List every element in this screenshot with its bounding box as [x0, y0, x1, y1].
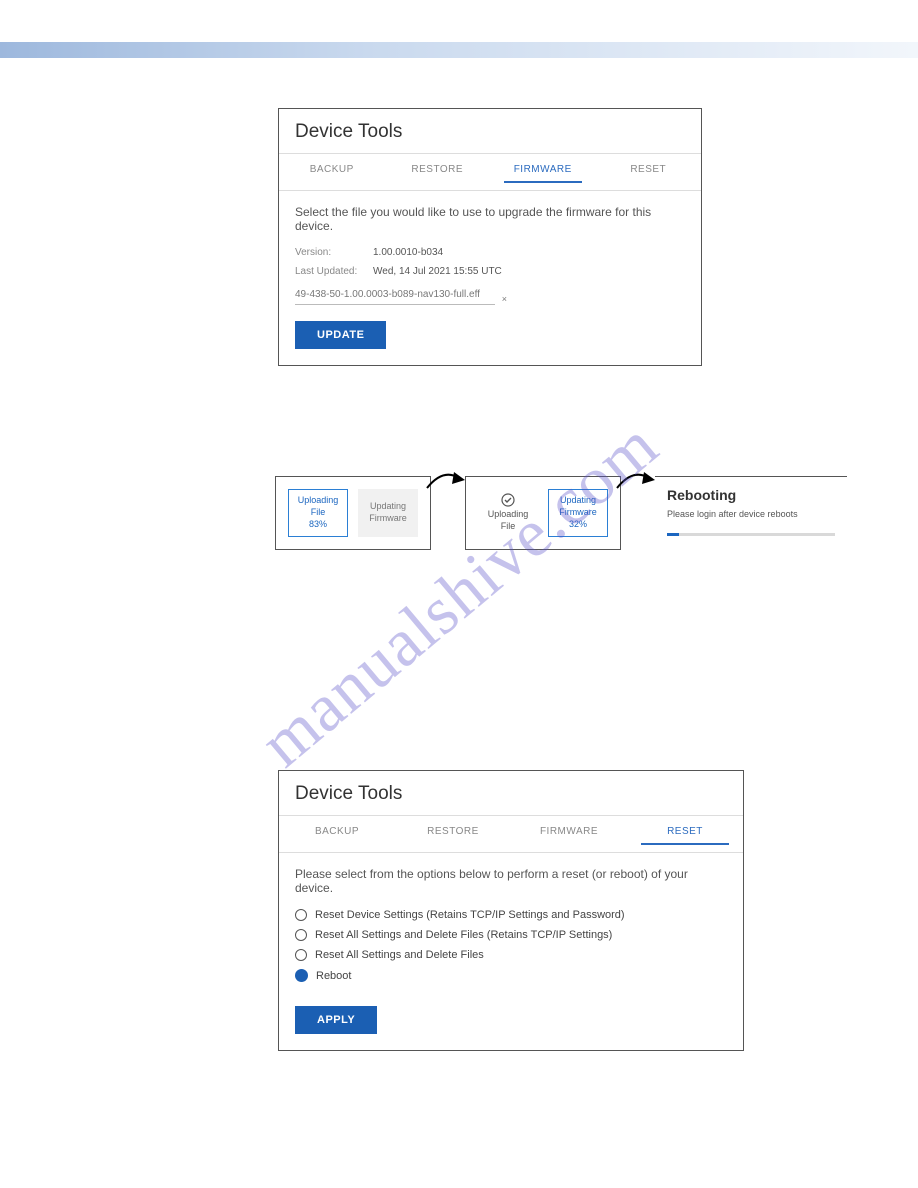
tab-firmware[interactable]: FIRMWARE [490, 154, 596, 190]
version-value: 1.00.0010-b034 [373, 247, 443, 258]
radio-icon-selected [295, 969, 308, 982]
uploading-file-tile-active: Uploading File 83% [288, 489, 348, 537]
option-label: Reset All Settings and Delete Files [315, 949, 484, 961]
radio-icon [295, 909, 307, 921]
progress-stage-3-rebooting: Rebooting Please login after device rebo… [655, 476, 847, 552]
reset-option-1[interactable]: Reset Device Settings (Retains TCP/IP Se… [295, 909, 727, 921]
updated-value: Wed, 14 Jul 2021 15:55 UTC [373, 266, 502, 277]
tab-restore[interactable]: RESTORE [385, 154, 491, 190]
radio-icon [295, 949, 307, 961]
reset-option-3[interactable]: Reset All Settings and Delete Files [295, 949, 727, 961]
tabs-row: BACKUP RESTORE FIRMWARE RESET [279, 816, 743, 853]
tab-backup[interactable]: BACKUP [279, 154, 385, 190]
tab-restore[interactable]: RESTORE [395, 816, 511, 852]
tab-reset[interactable]: RESET [596, 154, 702, 190]
rebooting-subtext: Please login after device reboots [667, 509, 835, 519]
device-tools-reset-panel: Device Tools BACKUP RESTORE FIRMWARE RES… [278, 770, 744, 1051]
version-row: Version: 1.00.0010-b034 [295, 247, 685, 258]
tabs-row: BACKUP RESTORE FIRMWARE RESET [279, 154, 701, 191]
tab-backup[interactable]: BACKUP [279, 816, 395, 852]
uploading-file-tile-done: Uploading File [478, 489, 538, 537]
header-gradient-band [0, 42, 918, 58]
watermark-text: manualshive.com [245, 405, 673, 782]
panel-title: Device Tools [279, 771, 743, 816]
option-label: Reset Device Settings (Retains TCP/IP Se… [315, 909, 625, 921]
tab-reset[interactable]: RESET [627, 816, 743, 852]
selected-filename: 49-438-50-1.00.0003-b089-nav130-full.eff [295, 289, 480, 300]
update-button[interactable]: UPDATE [295, 321, 386, 349]
reset-option-4-selected[interactable]: Reboot [295, 969, 727, 982]
progress-stage-2: Uploading File Updating Firmware 32% [465, 476, 621, 550]
instruction-text: Select the file you would like to use to… [295, 205, 685, 233]
reboot-progress-bar [667, 533, 835, 536]
panel-body: Please select from the options below to … [279, 853, 743, 1050]
updating-firmware-tile-idle: Updating Firmware [358, 489, 418, 537]
updating-firmware-tile-active: Updating Firmware 32% [548, 489, 608, 537]
instruction-text: Please select from the options below to … [295, 867, 727, 895]
panel-title: Device Tools [279, 109, 701, 154]
option-label: Reset All Settings and Delete Files (Ret… [315, 929, 612, 941]
tab-firmware[interactable]: FIRMWARE [511, 816, 627, 852]
updated-label: Last Updated: [295, 266, 373, 277]
progress-stage-1: Uploading File 83% Updating Firmware [275, 476, 431, 550]
radio-icon [295, 929, 307, 941]
panel-body: Select the file you would like to use to… [279, 191, 701, 365]
selected-file-field[interactable]: 49-438-50-1.00.0003-b089-nav130-full.eff… [295, 285, 495, 305]
rebooting-title: Rebooting [667, 487, 835, 503]
apply-button[interactable]: APPLY [295, 1006, 377, 1034]
clear-file-icon[interactable]: × [502, 294, 507, 304]
last-updated-row: Last Updated: Wed, 14 Jul 2021 15:55 UTC [295, 266, 685, 277]
reset-option-2[interactable]: Reset All Settings and Delete Files (Ret… [295, 929, 727, 941]
device-tools-firmware-panel: Device Tools BACKUP RESTORE FIRMWARE RES… [278, 108, 702, 366]
option-label: Reboot [316, 970, 351, 982]
upload-progress-sequence: Uploading File 83% Updating Firmware Upl… [275, 476, 847, 552]
version-label: Version: [295, 247, 373, 258]
checkmark-icon [501, 493, 515, 507]
